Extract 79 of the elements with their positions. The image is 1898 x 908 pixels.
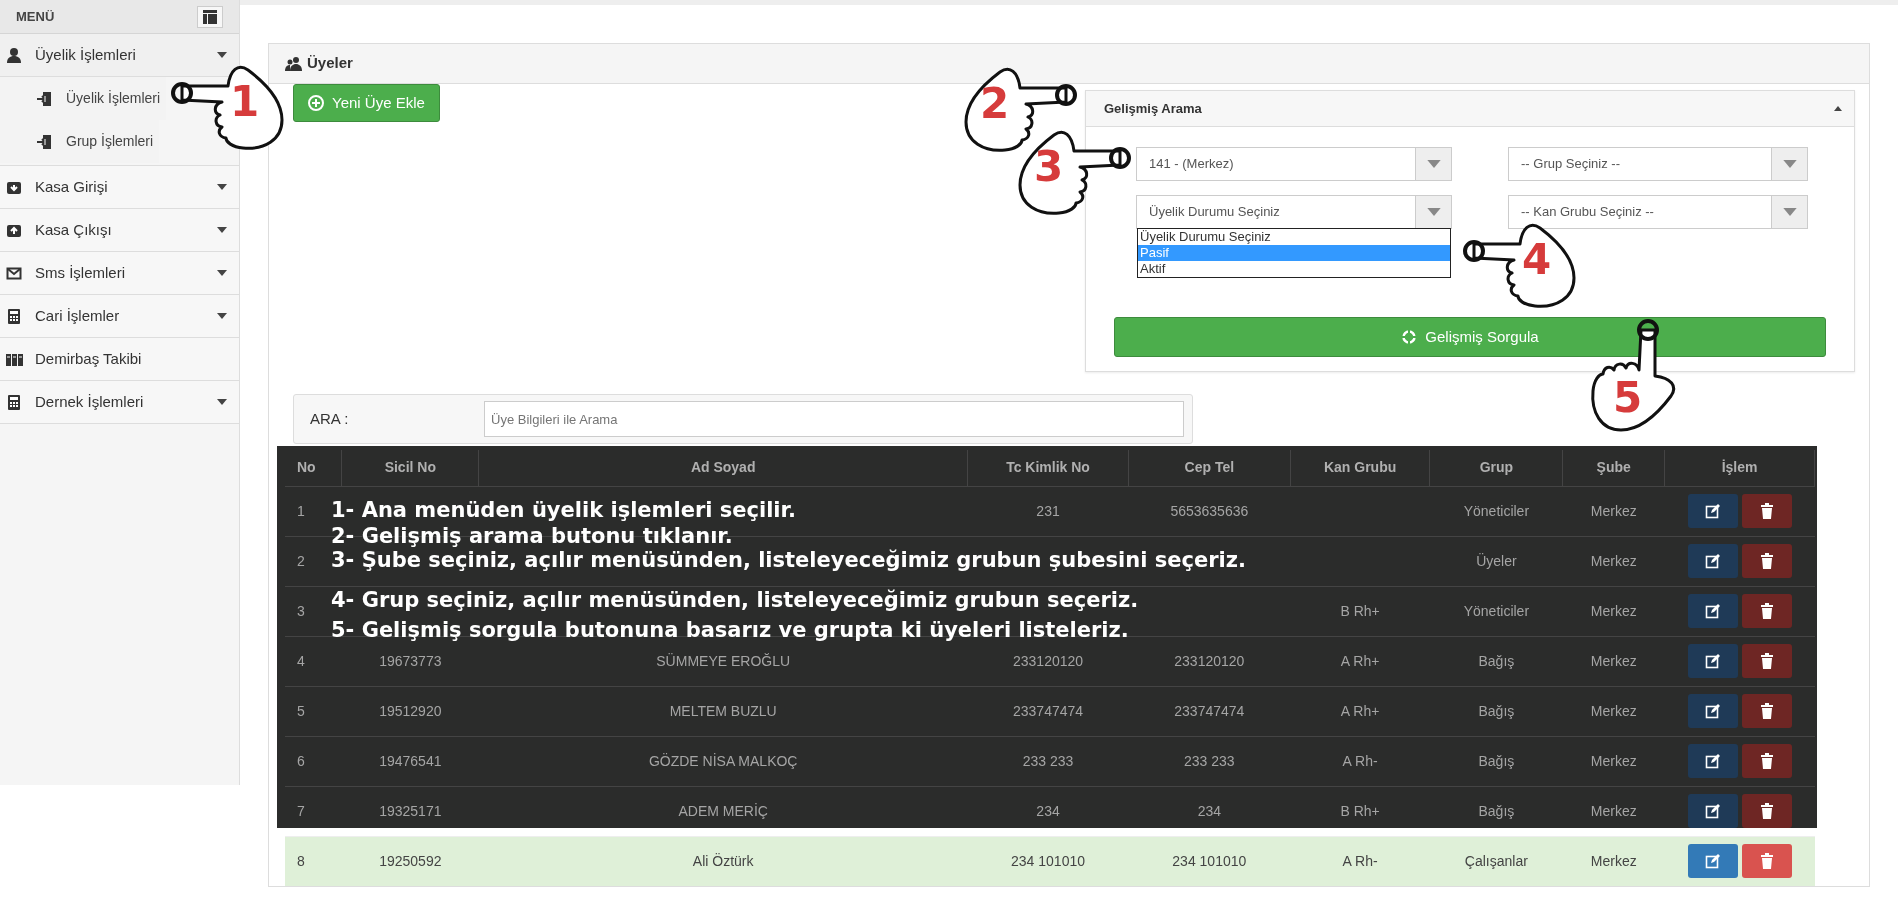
edit-button[interactable] [1687,494,1738,528]
panel-title: Üyeler [307,53,353,74]
delete-button[interactable] [1741,594,1792,628]
step-number: 2 [980,80,1010,128]
trash-icon [1759,653,1774,669]
step-number: 3 [1034,143,1064,191]
trash-icon [1759,503,1774,519]
search-label: ARA : [310,408,350,429]
calculator-icon [6,393,23,411]
table-cell: Ali Öztürk [478,836,968,886]
delete-button[interactable] [1741,544,1792,578]
instruction-line: 2- Gelişmiş arama butonu tıklanır. [331,524,733,548]
caret-icon [1782,160,1797,168]
sidebar-toggle-button[interactable] [197,5,223,28]
instruction-line: 3- Şube seçiniz, açılır menüsünden, listeleyeceğimiz grubun şubesini seçeriz. [331,548,1246,572]
step-number: 4 [1522,236,1552,284]
caret-icon [1426,160,1441,168]
instruction-line: 4- Grup seçiniz, açılır menüsünden, listeleyeceğimiz grubun seçeriz. [331,588,1139,612]
sign-in-icon [36,133,52,150]
layout-icon [202,8,218,25]
user-icon [6,46,23,64]
calculator-icon [6,307,23,325]
dropdown-option[interactable]: Aktif [1138,261,1450,277]
table-cell: 19250592 [341,836,479,886]
caret-icon [217,399,227,405]
caret-icon [1782,208,1797,216]
sign-in-icon [36,90,52,107]
trash-icon [1759,703,1774,719]
caret-icon [1426,208,1441,216]
users-icon [285,55,303,72]
edit-icon [1704,603,1721,619]
table-cell: Merkez [1562,836,1665,886]
dropdown-option[interactable]: Üyelik Durumu Seçiniz [1138,229,1450,245]
delete-button[interactable] [1741,694,1792,728]
sidebar-title: MENÜ [16,7,55,26]
caret-icon [217,52,227,58]
edit-icon [1704,503,1721,519]
caret-icon [1834,106,1842,111]
delete-button[interactable] [1741,644,1792,678]
delete-button[interactable] [1741,494,1792,528]
edit-button[interactable] [1687,594,1738,628]
edit-button[interactable] [1687,694,1738,728]
caret-icon [217,184,227,190]
edit-icon [1704,853,1721,870]
instruction-line: 1- Ana menüden üyelik işlemleri seçilir. [331,498,796,522]
edit-button[interactable] [1687,544,1738,578]
trash-icon [1759,803,1774,819]
edit-icon [1704,703,1721,719]
dropdown[interactable]: 141 - (Merkez) [1136,147,1452,181]
caret-icon [217,227,227,233]
advanced-search-header[interactable]: Gelişmiş Arama [1086,91,1854,127]
dropdown[interactable]: -- Kan Grubu Seçiniz -- [1508,195,1808,229]
refresh-icon [1401,329,1418,345]
edit-button[interactable] [1687,794,1738,828]
delete-button[interactable] [1741,744,1792,778]
edit-icon [1704,753,1721,769]
table-cell: 234 101010 [967,836,1129,886]
plus-circle-icon [308,95,324,111]
trash-icon [1759,553,1774,569]
trash-icon [1759,853,1774,870]
delete-button[interactable] [1741,794,1792,828]
sidebar-item[interactable]: Üyelik İşlemleri [0,34,239,77]
caret-icon [217,313,227,319]
step-number: 5 [1613,374,1643,422]
edit-button[interactable] [1687,644,1738,678]
search-field[interactable]: Üye Bilgileri ile Arama [484,401,1184,437]
edit-icon [1704,653,1721,669]
table-cell: 234 101010 [1128,836,1291,886]
caret-icon [217,270,227,276]
step-number: 1 [230,78,260,126]
table-cell: Çalışanlar [1429,836,1563,886]
edit-icon [1704,553,1721,569]
edit-icon [1704,803,1721,819]
trash-icon [1759,603,1774,619]
table-cell: A Rh- [1290,836,1430,886]
edit-button[interactable] [1687,744,1738,778]
dropdown[interactable]: -- Grup Seçiniz -- [1508,147,1808,181]
trash-icon [1759,753,1774,769]
table-cell: 8 [285,836,342,886]
